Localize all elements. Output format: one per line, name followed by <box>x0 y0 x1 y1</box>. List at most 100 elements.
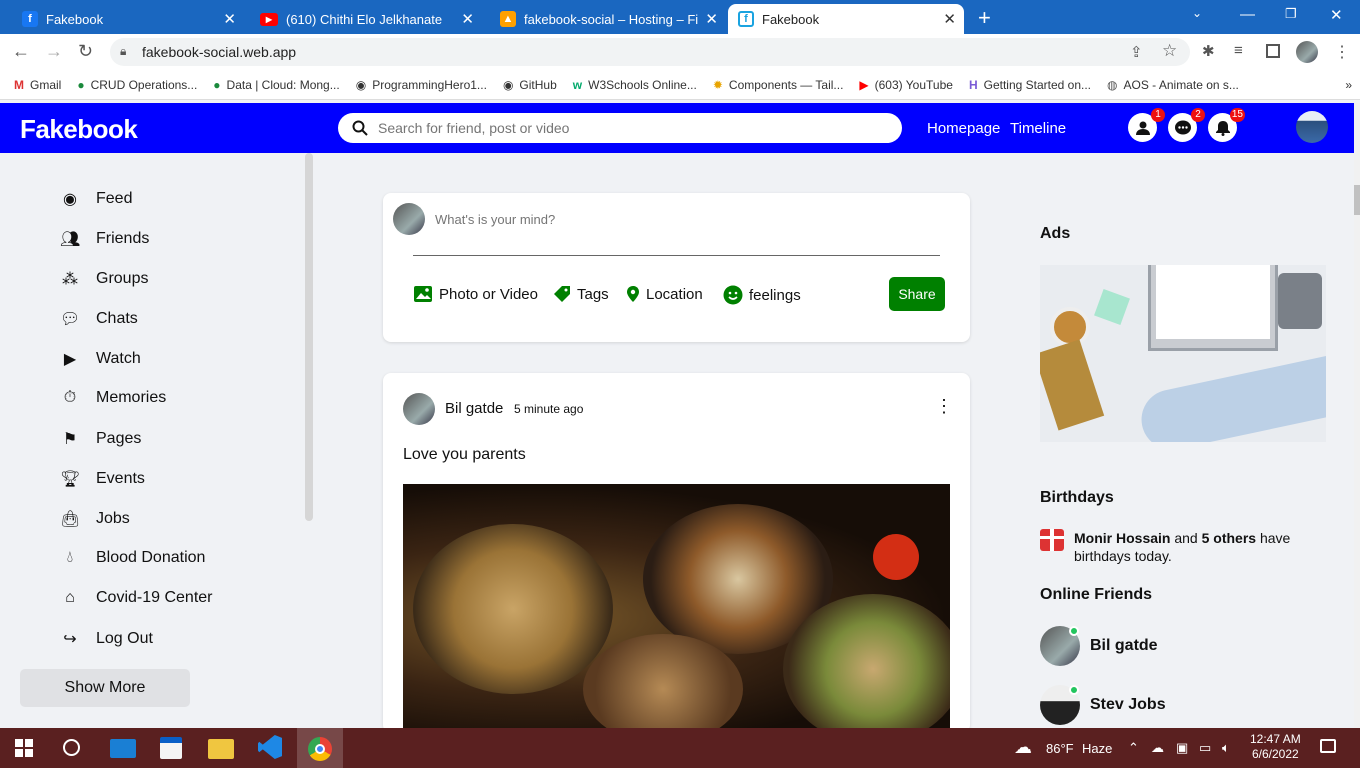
timeline-link[interactable]: Timeline <box>1010 120 1066 137</box>
user-avatar[interactable] <box>1296 111 1328 143</box>
device-icon[interactable]: ▣ <box>1176 740 1188 756</box>
chrome-icon[interactable] <box>308 737 332 761</box>
sidebar-item-events[interactable]: 🏆︎ Events <box>60 469 145 489</box>
share-icon[interactable]: ⇪ <box>1130 43 1143 61</box>
sidebar-item-logout[interactable]: ↪ Log Out <box>60 629 153 649</box>
sidebar-scrollbar[interactable] <box>305 153 313 521</box>
clock[interactable]: 12:47 AM 6/6/2022 <box>1250 732 1301 762</box>
menu-dots-icon[interactable]: ⋮ <box>1334 42 1350 62</box>
photo-video-option[interactable]: Photo or Video <box>413 285 538 303</box>
sidebar-item-watch[interactable]: ▶ Watch <box>60 349 141 369</box>
bookmark-aos[interactable]: ◍ AOS - Animate on s... <box>1099 78 1247 92</box>
messages-button[interactable]: 2 <box>1168 108 1205 142</box>
close-tab-icon[interactable]: ✕ <box>461 10 474 28</box>
window-close-icon[interactable]: ✕ <box>1330 6 1343 24</box>
homepage-link[interactable]: Homepage <box>927 120 1000 137</box>
location-option[interactable]: Location <box>626 285 703 303</box>
search-bar[interactable] <box>338 113 902 143</box>
sun-icon: ✹ <box>712 77 723 92</box>
restore-icon[interactable]: ❐ <box>1285 6 1297 22</box>
birthday-others[interactable]: 5 others <box>1202 530 1256 546</box>
bookmark-youtube[interactable]: ▶ (603) YouTube <box>851 78 961 92</box>
notification-center-icon[interactable] <box>1320 739 1336 753</box>
windows-start-icon[interactable] <box>15 739 33 762</box>
weather-desc[interactable]: Haze <box>1082 741 1112 756</box>
sidebar-item-memories[interactable]: ⏱︎ Memories <box>60 389 166 407</box>
sidebar-item-jobs[interactable]: 👜︎ Jobs <box>60 509 130 529</box>
bookmark-tailwind[interactable]: ✹ Components — Tail... <box>705 78 852 92</box>
back-arrow-icon[interactable]: ← <box>12 41 30 62</box>
search-input[interactable] <box>378 120 902 136</box>
share-button[interactable]: Share <box>889 277 945 311</box>
sidebar-item-friends[interactable]: 👥︎ Friends <box>60 229 149 249</box>
composer-avatar[interactable] <box>393 203 425 235</box>
post-author-name[interactable]: Bil gatde <box>445 400 503 417</box>
composer-divider <box>413 255 940 256</box>
close-tab-icon[interactable]: ✕ <box>943 10 956 28</box>
bookmark-github[interactable]: ◉ GitHub <box>495 78 565 92</box>
friend-avatar <box>1040 685 1080 725</box>
bookmark-w3schools[interactable]: w W3Schools Online... <box>565 78 705 92</box>
sidebar-item-chats[interactable]: 💬︎ Chats <box>60 309 138 329</box>
weather-icon[interactable]: ☁ <box>1014 737 1032 758</box>
lock-icon[interactable]: 🔒︎ <box>120 44 126 59</box>
feelings-option[interactable]: feelings <box>723 285 801 305</box>
notifications-button[interactable]: 15 <box>1208 108 1245 142</box>
friend-requests-button[interactable]: 1 <box>1128 108 1165 142</box>
ad-image[interactable] <box>1040 265 1326 442</box>
minimize-icon[interactable]: — <box>1240 6 1255 23</box>
media-control-icon[interactable]: ≡ <box>1234 42 1243 59</box>
more-bookmarks-icon[interactable]: » <box>1337 78 1360 92</box>
online-friend-item[interactable]: Stev Jobs <box>1040 685 1166 725</box>
forward-arrow-icon[interactable]: → <box>45 41 63 62</box>
bookmark-label: CRUD Operations... <box>90 77 198 92</box>
composer-input[interactable] <box>435 209 892 229</box>
chevron-up-icon[interactable]: ⌃ <box>1128 740 1139 756</box>
bookmark-programminghero[interactable]: ◉ ProgrammingHero1... <box>348 78 495 92</box>
online-friend-item[interactable]: Bil gatde <box>1040 626 1158 666</box>
volume-icon[interactable]: 🔈︎ <box>1222 740 1230 756</box>
bookmark-heroku[interactable]: H Getting Started on... <box>961 78 1099 92</box>
search-circle-icon[interactable] <box>63 739 80 756</box>
side-panel-icon[interactable] <box>1266 44 1280 58</box>
tab-firebase[interactable]: ▲ fakebook-social – Hosting – Fireb ✕ <box>490 4 726 34</box>
tags-option[interactable]: Tags <box>553 285 609 303</box>
tab-fakebook-1[interactable]: f Fakebook ✕ <box>12 4 244 34</box>
sidebar-item-feed[interactable]: ◉︎ Feed <box>60 189 132 209</box>
sidebar-item-groups[interactable]: ⁂ Groups <box>60 269 148 289</box>
weather-temp[interactable]: 86°F <box>1046 741 1074 756</box>
tab-search-icon[interactable]: ⌄ <box>1192 6 1202 20</box>
sidebar-item-blood-donation[interactable]: 💧︎ Blood Donation <box>60 549 206 567</box>
show-more-button[interactable]: Show More <box>20 669 190 707</box>
site-logo[interactable]: Fakebook <box>20 114 138 145</box>
extensions-icon[interactable]: ✱ <box>1202 42 1215 60</box>
bookmark-label: (603) YouTube <box>874 77 953 92</box>
tab-fakebook-active[interactable]: f Fakebook ✕ <box>728 4 964 34</box>
onedrive-icon[interactable]: ☁ <box>1151 740 1164 756</box>
chat-bubble-icon <box>1174 120 1191 134</box>
heroku-icon: H <box>968 77 978 92</box>
home-plus-icon: ⌂ <box>65 589 75 606</box>
bookmark-mongo[interactable]: ● Data | Cloud: Mong... <box>205 78 347 92</box>
new-tab-button[interactable]: + <box>978 5 991 31</box>
birthday-name[interactable]: Monir Hossain <box>1074 530 1170 546</box>
close-tab-icon[interactable]: ✕ <box>223 10 236 28</box>
tab-youtube[interactable]: ▶ (610) Chithi Elo Jelkhanate | ♪ ✕ <box>250 4 482 34</box>
post-timestamp: 5 minute ago <box>514 402 584 416</box>
page-scrollbar-thumb[interactable] <box>1354 185 1360 215</box>
ads-title: Ads <box>1040 225 1071 242</box>
store-icon[interactable] <box>160 737 182 759</box>
sidebar-item-covid[interactable]: ⌂ Covid-19 Center <box>60 589 212 607</box>
close-tab-icon[interactable]: ✕ <box>705 10 718 28</box>
network-icon[interactable]: ▭ <box>1199 740 1211 756</box>
bookmark-gmail[interactable]: M Gmail <box>6 78 69 92</box>
sidebar-item-pages[interactable]: ⚑ Pages <box>60 429 142 449</box>
mail-icon[interactable] <box>110 739 136 758</box>
post-author-avatar[interactable] <box>403 393 435 425</box>
post-menu-dots-icon[interactable]: ⋮ <box>935 396 953 417</box>
bookmark-crud[interactable]: ● CRUD Operations... <box>69 78 205 92</box>
reload-icon[interactable]: ↻ <box>78 41 93 62</box>
file-explorer-icon[interactable] <box>208 739 234 759</box>
star-icon[interactable]: ☆ <box>1162 41 1177 61</box>
profile-avatar[interactable] <box>1296 41 1318 63</box>
